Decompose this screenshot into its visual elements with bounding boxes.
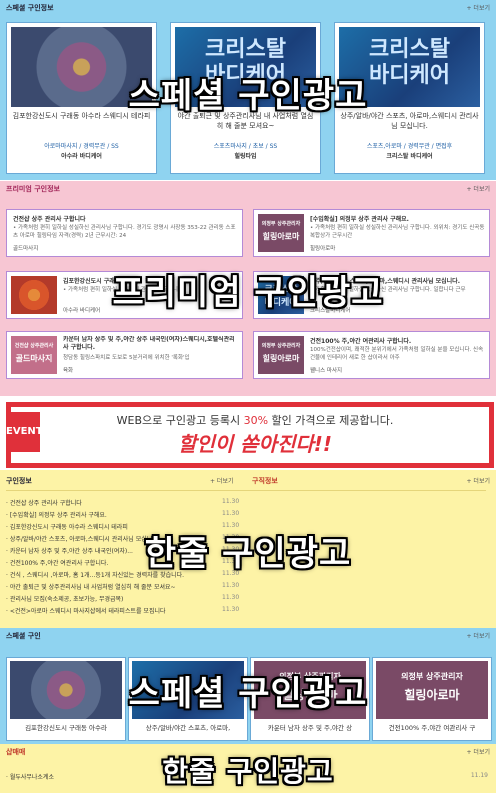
card-image-text: 힐링아로마: [262, 232, 300, 241]
banner-text-suffix: 할인 가격으로 제공합니다.: [268, 414, 394, 427]
list-item[interactable]: · <건전>아로마 스웨디시 마사지샵에서 테라피스트를 모집니다: [6, 606, 166, 618]
card-name: 크리스탈 바디케어: [386, 153, 433, 160]
special-section: 스페셜 구인정보 + 더보기 김포한강신도시 구래동 아수라 스웨디시 테라피 …: [0, 0, 496, 180]
banner-tag: EVENT: [6, 412, 40, 452]
card-title: 건전샵 상주 관리사 구합니다: [13, 216, 86, 223]
shop-trade-section: 샵매매 + 더보기 · 월두사무나소계소 11.19 한줄 구인광고: [0, 744, 496, 793]
card-desc: • 가족처럼 편히 일하실 성실하신 관리사님 구합니다. 경기도 광명시 사장…: [13, 225, 236, 239]
banner-slogan: 할인이 쏟아진다!!: [177, 432, 332, 456]
card-caption: 상주/알바/야간 스포츠, 아로마,: [145, 724, 231, 732]
special-more-link[interactable]: + 더보기: [467, 3, 491, 12]
card-caption: 김포한강신도시 구래동 아수라: [25, 724, 107, 732]
special-heading: 스페셜 구인정보: [6, 4, 54, 12]
premium-overlay-label: 프리미엄 구인광고: [112, 273, 384, 313]
card-image: 의정부 상주관리자 힐링아로마: [258, 214, 304, 252]
special2-overlay-label: 스페셜 구인광고: [128, 674, 368, 714]
card-image-text: 의정부 상주관리자: [261, 343, 301, 349]
list-item-date: 11.30: [222, 582, 240, 589]
list-item-date: 11.30: [222, 606, 240, 613]
card-image-text: 골드마사지: [15, 354, 53, 363]
card-name: 아수라 바디케어: [61, 153, 102, 160]
premium-section: 프리미엄 구인정보 + 더보기 건전샵 상주 관리사 구합니다 • 가족처럼 편…: [0, 181, 496, 396]
card-caption: 카운터 남자 상주 및 주,야간 상: [267, 724, 353, 732]
list-item-date: 11.30: [222, 594, 240, 601]
special2-more-link[interactable]: + 더보기: [467, 631, 491, 640]
card-image-text: 힐링아로마: [262, 354, 300, 363]
card-title: 카운터 남자 상주 및 주,야간 상주 내국인(여자)스웨디시,호텔식관리사 구…: [63, 336, 235, 351]
card-sub: 스포츠마사지 / 초보 / SS: [213, 143, 278, 150]
premium-card[interactable]: 의정부 상주관리자 힐링아로마 [수입확실] 의정부 상주 관리사 구해요. •…: [253, 209, 490, 257]
oneline-more-link[interactable]: + 더보기: [210, 476, 234, 485]
card-name: 육화: [63, 368, 74, 374]
banner-text: WEB으로 구인광고 등록시 30% 할인 가격으로 제공합니다.: [60, 412, 450, 428]
oneline-section: 구인정보 + 더보기 구직정보 + 더보기 · 건전샵 상주 관리사 구합니다 1…: [0, 470, 496, 628]
card-image-text: 건전샵 상주관리사: [14, 343, 54, 349]
card-sub: 아로마마사지 / 경력무관 / SS: [44, 143, 119, 150]
shop-trade-overlay-label: 한줄 구인광고: [162, 755, 334, 788]
oneline-divider: [6, 490, 486, 491]
oneline-overlay-label: 한줄 구인광고: [144, 534, 352, 574]
card-image-text: 의정부 상주관리자: [261, 221, 301, 227]
special-overlay-label: 스페셜 구인광고: [128, 76, 368, 116]
list-item-date: 11.30: [222, 510, 240, 517]
card-title: 건전100% 주,야간 여관리사 구합니다.: [310, 338, 412, 345]
list-item[interactable]: · [수입확실] 의정부 상주 관리사 구해요.: [6, 510, 107, 522]
card-title: [수입확실] 의정부 상주 관리사 구해요.: [310, 216, 409, 223]
card-caption: 건전100% 주,야간 여관리사 구: [388, 724, 476, 732]
card-sub: 스포츠,아로마 / 경력무관 / 면접후: [366, 143, 453, 150]
oneline-heading: 구인정보: [6, 477, 32, 485]
list-item[interactable]: · 건전샵 상주 관리사 구합니다: [6, 498, 82, 510]
card-name: 힐링타임: [234, 153, 257, 160]
premium-card[interactable]: 건전샵 상주 관리사 구합니다 • 가족처럼 편히 일하실 성실하신 관리사님 …: [6, 209, 243, 257]
list-item-date: 11.30: [222, 498, 240, 505]
premium-more-link[interactable]: + 더보기: [467, 184, 491, 193]
premium-heading: 프리미엄 구인정보: [6, 185, 60, 193]
card-desc: • 가족처럼 편히 일하실 성실하신 관리사님 구합니다. 외위치: 경기도 신…: [310, 225, 485, 239]
card-name: 힐링아로마: [310, 246, 336, 252]
card-name: 웰니스 마사지: [310, 368, 343, 374]
card-desc: 청담동 힐링스파치료 도보로 5분거리에 위치한 '록화'입: [63, 355, 190, 361]
list-item[interactable]: · 관리사님 모집(숙소제공, 초보가능, 무경급목): [6, 594, 123, 606]
discount-banner[interactable]: EVENT WEB으로 구인광고 등록시 30% 할인 가격으로 제공합니다. …: [0, 398, 496, 468]
card-image: 건전샵 상주관리사 골드마사지: [11, 336, 57, 374]
list-item[interactable]: · 야간 출퇴근 및 상주관리사님 내 사업처럼 열심히 해 줄분 모셔요~: [6, 582, 176, 594]
card-desc: 100%건전샵이며, 쾌적한 분위기에서 가족처럼 일하실 분을 모십니다. 신…: [310, 347, 484, 361]
premium-card[interactable]: 의정부 상주관리자 힐링아로마 건전100% 주,야간 여관리사 구합니다. 1…: [253, 331, 490, 379]
banner-highlight: 30%: [243, 414, 269, 427]
card-image: 의정부 상주관리자 힐링아로마: [258, 336, 304, 374]
card-name: 골드마사지: [13, 246, 39, 252]
jobseek-more-link[interactable]: + 더보기: [467, 476, 491, 485]
card-image-text: 크리스탈: [369, 37, 450, 62]
jobseek-heading[interactable]: 구직정보: [252, 476, 278, 486]
premium-card[interactable]: 건전샵 상주관리사 골드마사지 카운터 남자 상주 및 주,야간 상주 내국인(…: [6, 331, 243, 379]
special2-heading: 스페셜 구인: [6, 632, 41, 640]
banner-text-prefix: WEB으로 구인광고 등록시: [116, 414, 244, 427]
card-image-text: 크리스탈: [205, 37, 286, 62]
